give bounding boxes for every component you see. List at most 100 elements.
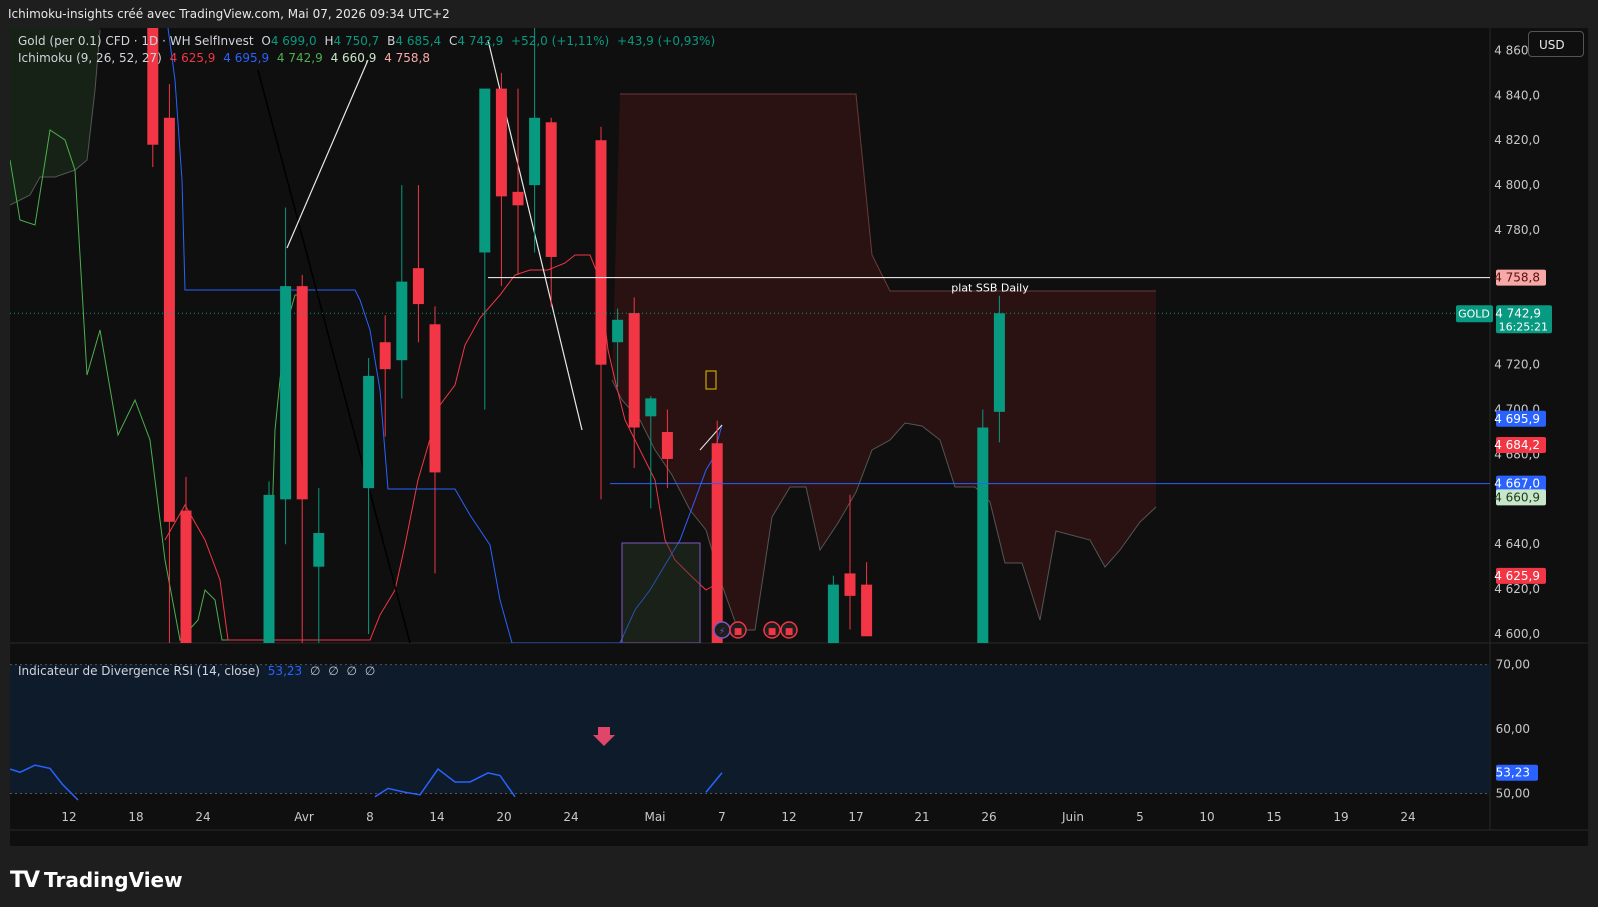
svg-text:■: ■	[734, 627, 743, 637]
candle-body	[512, 191, 524, 206]
candle-body	[861, 584, 873, 637]
ichimoku-kijun-value: 4 695,9	[223, 51, 270, 65]
price-tick-label: 4 840,0	[1494, 88, 1540, 102]
ichimoku-chikou-value: 4 742,9	[276, 51, 323, 65]
rsi-empty-1: ∅	[309, 664, 321, 678]
rsi-tick-label: 60,00	[1496, 722, 1530, 736]
rsi-value: 53,23	[267, 664, 303, 678]
current-price-badge: GOLD 4 742,916:25:21	[1456, 305, 1552, 334]
candle-body	[263, 494, 275, 643]
price-badge: 4 660,9	[1494, 489, 1546, 506]
current-price-label: 4 742,9	[1495, 306, 1541, 320]
time-tick-label: 17	[848, 810, 863, 824]
ohlc-open-key: O	[261, 34, 271, 48]
time-tick-label: 24	[1400, 810, 1415, 824]
candle-body	[529, 117, 541, 186]
svg-text:■: ■	[768, 627, 777, 637]
candle-body	[147, 28, 159, 145]
time-tick-label: Avr	[294, 810, 314, 824]
ichimoku-label[interactable]: Ichimoku (9, 26, 52, 27)	[18, 51, 162, 65]
time-tick-label: Mai	[644, 810, 665, 824]
ichimoku-legend[interactable]: Ichimoku (9, 26, 52, 27) 4 625,9 4 695,9…	[18, 51, 434, 65]
time-tick-label: 7	[718, 810, 726, 824]
price-tick-label: 4 720,0	[1494, 358, 1540, 372]
ichimoku-senkou-a-value: 4 660,9	[330, 51, 377, 65]
white-trend-line-1	[286, 59, 369, 249]
rsi-band-fill	[10, 664, 1490, 794]
candle-body	[363, 375, 375, 489]
symbol-legend[interactable]: Gold (per 0.1) CFD · 1D · WH SelfInvest …	[18, 34, 719, 48]
tradingview-wordmark: TradingView	[44, 868, 183, 892]
candle-body	[545, 122, 557, 257]
ichimoku-senkou-b-value: 4 758,8	[384, 51, 431, 65]
rsi-badge-label: 53,23	[1496, 766, 1530, 780]
ssb-annotation-label: plat SSB Daily	[951, 282, 1029, 295]
candle-body	[645, 398, 657, 417]
svg-text:⚡: ⚡	[719, 627, 725, 637]
price-badge-label: 4 625,9	[1494, 569, 1540, 583]
currency-button[interactable]: USD	[1528, 31, 1584, 57]
time-tick-label: 24	[195, 810, 210, 824]
main-pane: plat SSB Daily ⚡ ■ ■ ■	[10, 28, 1490, 643]
rsi-tick-label: 70,00	[1496, 658, 1530, 672]
candle-body	[595, 140, 607, 365]
price-badge: 4 695,9	[1494, 410, 1546, 427]
rsi-label[interactable]: Indicateur de Divergence RSI (14, close)	[18, 664, 260, 678]
price-badge: 4 667,0	[1494, 475, 1546, 492]
time-tick-label: 14	[429, 810, 444, 824]
candle-body	[479, 88, 491, 253]
us-flag-event-icon[interactable]: ■	[780, 621, 798, 639]
time-tick-label: 26	[981, 810, 996, 824]
ohlc-open-value: 4 699,0	[270, 34, 317, 48]
candle-body	[612, 319, 624, 343]
time-tick-label: 21	[914, 810, 929, 824]
price-tick-label: 4 640,0	[1494, 537, 1540, 551]
ichimoku-tenkan-value: 4 625,9	[169, 51, 216, 65]
time-tick-label: 24	[563, 810, 578, 824]
svg-text:■: ■	[785, 627, 794, 637]
price-tick-label: 4 800,0	[1494, 178, 1540, 192]
candle-body	[628, 313, 640, 428]
price-tick-label: 4 620,0	[1494, 582, 1540, 596]
rsi-legend[interactable]: Indicateur de Divergence RSI (14, close)…	[18, 664, 379, 678]
tradingview-logo[interactable]: TV TradingView	[10, 866, 183, 894]
ohlc-low-value: 4 685,4	[395, 34, 442, 48]
rsi-empty-2: ∅	[328, 664, 339, 678]
time-tick-label: 10	[1199, 810, 1214, 824]
price-badge-label: 4 684,2	[1494, 438, 1540, 452]
price-tick-label: 4 600,0	[1494, 627, 1540, 641]
countdown-label: 16:25:21	[1499, 320, 1548, 333]
price-badge: 4 684,2	[1494, 437, 1546, 454]
zone-rectangle	[621, 542, 701, 643]
time-tick-label: 12	[61, 810, 76, 824]
candle-body	[280, 286, 292, 500]
candle-body	[396, 281, 408, 361]
lightning-event-icon[interactable]: ⚡	[713, 621, 731, 639]
candle-body	[296, 286, 308, 500]
time-tick-label: Juin	[1061, 810, 1084, 824]
price-tick-label: 4 780,0	[1494, 223, 1540, 237]
chart-canvas[interactable]: plat SSB Daily⚡ ■ ■ ■4 860,04 840,04 820,04…	[0, 0, 1598, 907]
price-badge-label: 4 667,0	[1494, 477, 1540, 491]
current-symbol-label: GOLD	[1458, 307, 1490, 320]
time-tick-label: 8	[366, 810, 374, 824]
ohlc-high-value: 4 750,7	[333, 34, 380, 48]
price-badge-label: 4 660,9	[1494, 490, 1540, 504]
candle-body	[844, 573, 856, 596]
rsi-empty-3: ∅	[346, 664, 357, 678]
candle-body	[661, 432, 673, 459]
time-tick-label: 12	[781, 810, 796, 824]
price-badge: 4 758,8	[1494, 269, 1546, 286]
price-badge: 4 625,9	[1494, 567, 1546, 584]
price-badge-label: 4 758,8	[1494, 271, 1540, 285]
symbol-name[interactable]: Gold (per 0.1) CFD · 1D · WH SelfInvest	[18, 34, 254, 48]
candle-body	[412, 268, 424, 305]
rsi-tick-label: 50,00	[1496, 787, 1530, 801]
rsi-empty-4: ∅	[364, 664, 376, 678]
time-tick-label: 18	[128, 810, 143, 824]
us-flag-event-icon[interactable]: ■	[729, 621, 747, 639]
us-flag-event-icon[interactable]: ■	[763, 621, 781, 639]
tradingview-logo-icon: TV	[10, 867, 40, 893]
ohlc-high-key: H	[324, 34, 334, 48]
chikou-span-line	[10, 129, 300, 642]
